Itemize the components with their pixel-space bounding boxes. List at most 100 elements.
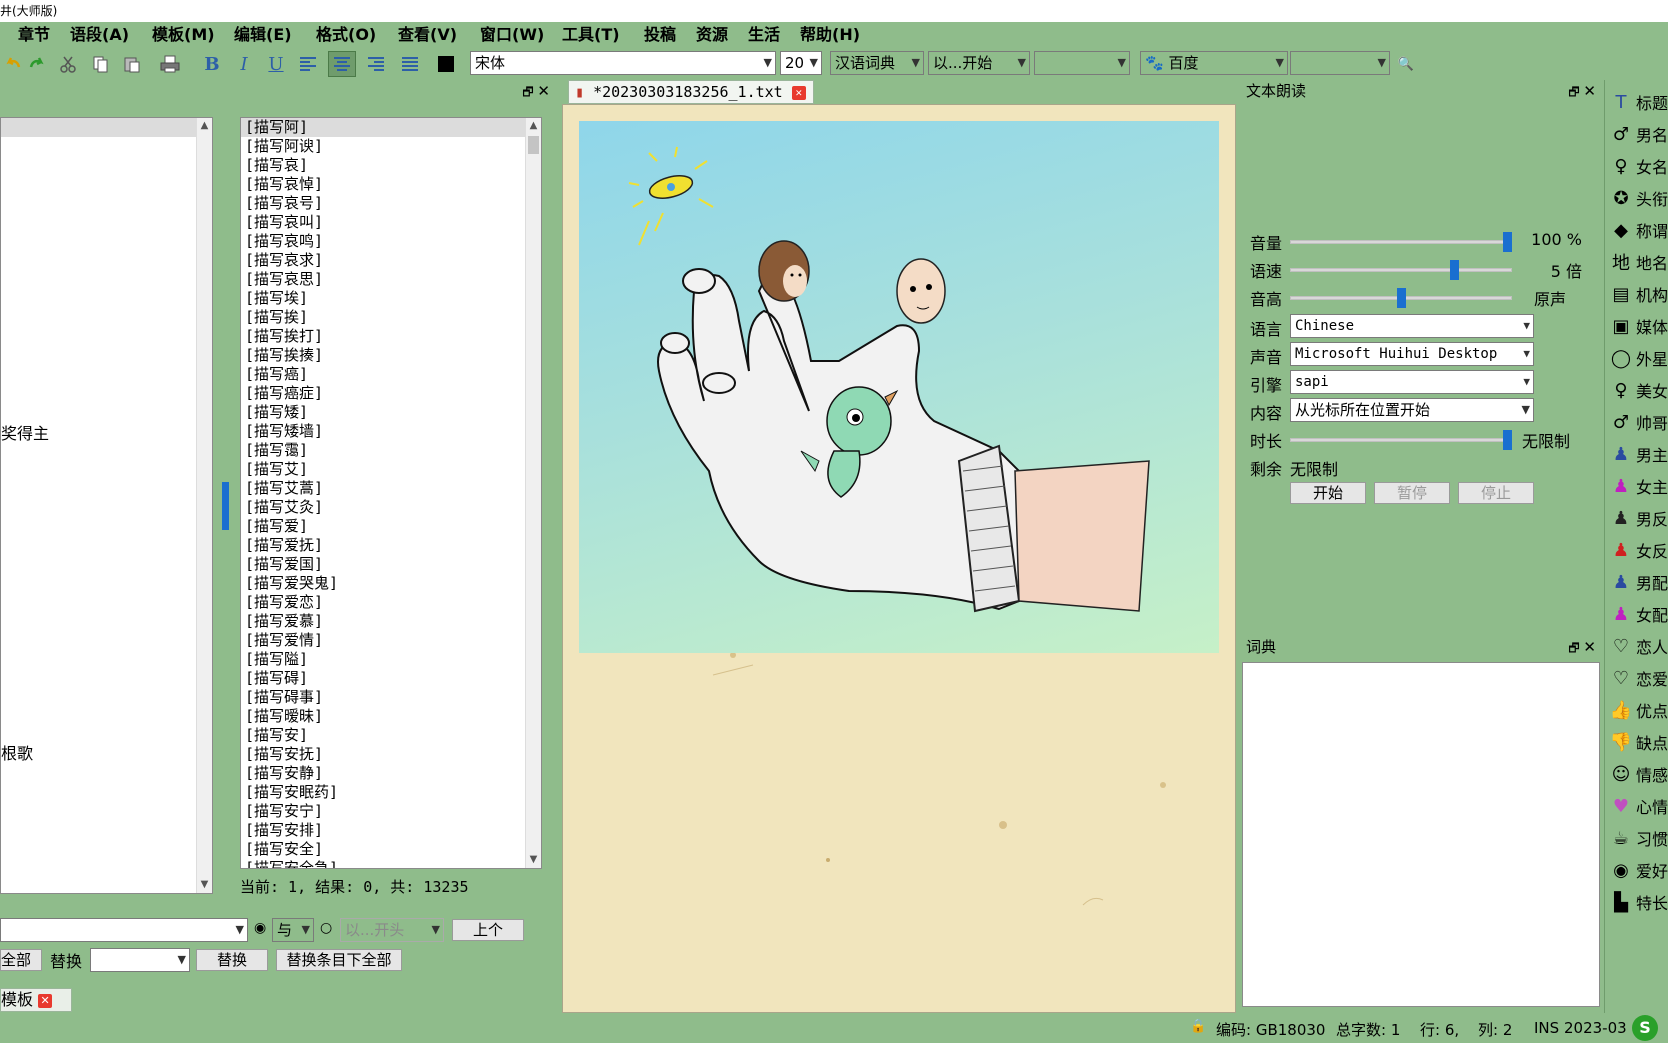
pause-button[interactable]: 暂停	[1374, 482, 1450, 504]
list-item[interactable]: [描写爱恋]	[241, 593, 541, 612]
menu-edit[interactable]: 编辑(E)	[234, 24, 292, 46]
sidebar-item-female-lead[interactable]: ♟ 女主	[1608, 471, 1668, 501]
dictionary-content[interactable]	[1242, 662, 1600, 1007]
text-color-icon[interactable]	[432, 51, 460, 77]
search-input[interactable]: ▼	[0, 918, 248, 942]
logic-select[interactable]: 与 ▼	[272, 918, 314, 942]
close-icon[interactable]: ✕	[1583, 82, 1596, 100]
font-size-select[interactable]: 20 ▼	[780, 51, 822, 75]
engine-select[interactable]: sapi ▼	[1290, 370, 1534, 394]
copy-icon[interactable]	[86, 51, 114, 77]
content-select[interactable]: 从光标所在位置开始 ▼	[1290, 398, 1534, 422]
menu-chapter[interactable]: 章节	[18, 24, 50, 46]
sidebar-item-tag[interactable]: ◆ 称谓	[1608, 215, 1668, 245]
list-item[interactable]: [描写癌症]	[241, 384, 541, 403]
sidebar-item-love[interactable]: ♡ 恋爱	[1608, 663, 1668, 693]
dictionary-select[interactable]: 汉语词典 ▼	[830, 51, 924, 75]
duration-slider[interactable]	[1290, 430, 1512, 450]
print-icon[interactable]	[156, 51, 184, 77]
sidebar-item-heart[interactable]: ♡ 恋人	[1608, 631, 1668, 661]
list-item[interactable]: [描写哀思]	[241, 270, 541, 289]
menu-tools[interactable]: 工具(T)	[562, 24, 620, 46]
scroll-thumb[interactable]	[528, 136, 539, 154]
menu-help[interactable]: 帮助(H)	[800, 24, 860, 46]
volume-slider[interactable]	[1290, 232, 1512, 252]
list-item[interactable]: [描写挨打]	[241, 327, 541, 346]
menu-life[interactable]: 生活	[748, 24, 780, 46]
tree-item[interactable]: 根歌	[1, 740, 33, 764]
lookup-input[interactable]: ▼	[1034, 51, 1130, 75]
ime-s-icon[interactable]: S	[1632, 1015, 1658, 1041]
tab-template[interactable]: 模板 ✕	[0, 988, 72, 1012]
sidebar-item-male-symbol[interactable]: ♂ 男名	[1608, 119, 1668, 149]
list-item[interactable]: [描写碍事]	[241, 688, 541, 707]
list-item[interactable]: [描写霭]	[241, 441, 541, 460]
editor-canvas[interactable]	[562, 104, 1236, 1013]
sidebar-item-place[interactable]: 地地名	[1608, 247, 1668, 277]
list-item[interactable]: [描写哀悼]	[241, 175, 541, 194]
sidebar-item-thumbs-down[interactable]: 👎 缺点	[1608, 727, 1668, 757]
inserted-image[interactable]	[579, 121, 1219, 653]
slider-thumb[interactable]	[1503, 430, 1512, 450]
list-item[interactable]: [描写爱慕]	[241, 612, 541, 631]
underline-icon[interactable]: U	[262, 51, 290, 77]
italic-icon[interactable]: I	[230, 51, 258, 77]
list-item[interactable]: [描写挨]	[241, 308, 541, 327]
search-engine-select[interactable]: 🐾 百度 ▼	[1140, 51, 1288, 75]
web-search-input[interactable]: ▼	[1290, 51, 1390, 75]
tab-document[interactable]: ▮ *20230303183256_1.txt ✕	[568, 80, 814, 104]
list-item[interactable]: [描写哀号]	[241, 194, 541, 213]
stop-button[interactable]: 停止	[1458, 482, 1534, 504]
scroll-up-icon[interactable]: ▲	[526, 118, 541, 134]
slider-thumb[interactable]	[1450, 260, 1459, 280]
search-icon[interactable]: 🔍	[1392, 51, 1420, 77]
pitch-slider[interactable]	[1290, 288, 1512, 308]
menu-template[interactable]: 模板(M)	[152, 24, 215, 46]
sidebar-item-emotion[interactable]: ☺ 情感	[1608, 759, 1668, 789]
replace-button[interactable]: 替换	[196, 949, 268, 971]
replace-all-button[interactable]: 替换条目下全部	[276, 949, 402, 971]
redo-icon[interactable]	[22, 51, 50, 77]
list-item[interactable]: [描写安宁]	[241, 802, 541, 821]
list-item[interactable]: [描写矮]	[241, 403, 541, 422]
close-icon[interactable]: ✕	[537, 82, 550, 100]
restore-icon[interactable]: 🗗	[1568, 641, 1579, 655]
restore-icon[interactable]: 🗗	[522, 85, 533, 99]
list-item[interactable]: [描写安排]	[241, 821, 541, 840]
list-item[interactable]: [描写暧昧]	[241, 707, 541, 726]
prev-button[interactable]: 上个	[452, 919, 524, 941]
start-button[interactable]: 开始	[1290, 482, 1366, 504]
tree-item-selected[interactable]	[1, 118, 212, 137]
bold-icon[interactable]: B	[198, 51, 226, 77]
entry-list-scrollbar[interactable]: ▲ ▼	[525, 118, 541, 868]
list-item[interactable]: [描写埃]	[241, 289, 541, 308]
list-item[interactable]: [描写爱哭鬼]	[241, 574, 541, 593]
list-item[interactable]: [描写艾灸]	[241, 498, 541, 517]
sidebar-item-female-symbol[interactable]: ♀ 女名	[1608, 151, 1668, 181]
replace-input[interactable]: ▼	[90, 948, 190, 972]
sidebar-item-media[interactable]: ▣ 媒体	[1608, 311, 1668, 341]
sidebar-item-cup[interactable]: ☕ 习惯	[1608, 823, 1668, 853]
cut-icon[interactable]	[54, 51, 82, 77]
sidebar-item-hobby[interactable]: ◉ 爱好	[1608, 855, 1668, 885]
list-item[interactable]: [描写安抚]	[241, 745, 541, 764]
list-item[interactable]: [描写隘]	[241, 650, 541, 669]
list-item[interactable]: [描写安眠药]	[241, 783, 541, 802]
list-item[interactable]: [描写哀]	[241, 156, 541, 175]
menu-view[interactable]: 查看(V)	[398, 24, 457, 46]
list-item[interactable]: [描写哀叫]	[241, 213, 541, 232]
list-item[interactable]: [描写矮墙]	[241, 422, 541, 441]
sidebar-item-medal[interactable]: ✪ 头衔	[1608, 183, 1668, 213]
list-item[interactable]: [描写艾蒿]	[241, 479, 541, 498]
sidebar-item-title[interactable]: T 标题	[1608, 87, 1668, 117]
menu-window[interactable]: 窗口(W)	[480, 24, 544, 46]
list-item[interactable]: [描写安静]	[241, 764, 541, 783]
scroll-down-icon[interactable]: ▼	[197, 877, 212, 893]
sidebar-item-thumbs-up[interactable]: 👍 优点	[1608, 695, 1668, 725]
list-item[interactable]: [描写爱抚]	[241, 536, 541, 555]
sidebar-item-male-lead[interactable]: ♟ 男主	[1608, 439, 1668, 469]
list-item[interactable]: [描写哀鸣]	[241, 232, 541, 251]
category-tree[interactable]: 奖得主 根歌 ▲ ▼	[0, 117, 213, 894]
list-item[interactable]: [描写艾]	[241, 460, 541, 479]
scroll-down-icon[interactable]: ▼	[526, 852, 541, 868]
